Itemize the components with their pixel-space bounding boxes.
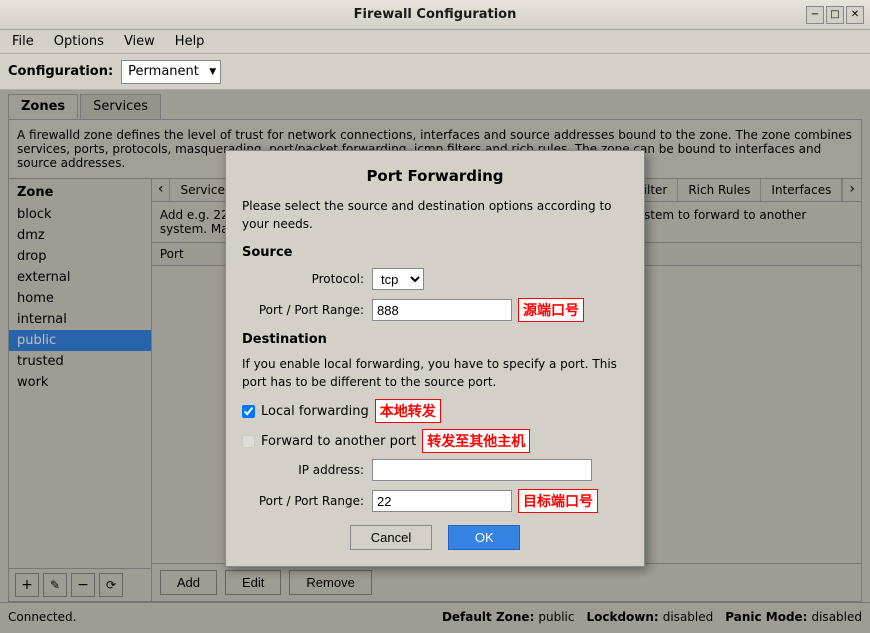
ok-button[interactable]: OK [448,525,520,550]
config-value: Permanent [128,64,199,79]
ip-address-row: IP address: [242,459,628,481]
dest-port-row: Port / Port Range: 目标端口号 [242,489,628,513]
menu-view[interactable]: View [116,32,163,51]
ip-address-input[interactable] [372,459,592,481]
menu-file[interactable]: File [4,32,42,51]
menu-options[interactable]: Options [46,32,112,51]
toolbar: Configuration: Permanent [0,54,870,90]
forward-another-annotation: 转发至其他主机 [422,429,530,453]
forward-another-checkbox[interactable] [242,435,255,448]
protocol-select[interactable]: tcp udp [372,268,424,290]
cancel-button[interactable]: Cancel [350,525,432,550]
port-forwarding-dialog: Port Forwarding Please select the source… [225,150,645,567]
title-bar: Firewall Configuration − □ ✕ [0,0,870,30]
forward-another-row: Forward to another port 转发至其他主机 [242,429,628,453]
source-port-annotation: 源端口号 [518,298,584,322]
destination-label: Destination [242,332,628,347]
modal-overlay: Port Forwarding Please select the source… [0,90,870,633]
ip-address-label: IP address: [242,463,372,477]
config-label: Configuration: [8,64,113,79]
dest-port-annotation: 目标端口号 [518,489,598,513]
dest-port-input[interactable] [372,490,512,512]
local-forwarding-row: Local forwarding 本地转发 [242,399,628,423]
dialog-buttons: Cancel OK [242,525,628,550]
window-controls[interactable]: − □ ✕ [806,6,864,24]
source-port-row: Port / Port Range: 源端口号 [242,298,628,322]
source-port-label: Port / Port Range: [242,303,372,317]
menu-help[interactable]: Help [167,32,213,51]
destination-desc: If you enable local forwarding, you have… [242,355,628,391]
protocol-row: Protocol: tcp udp [242,268,628,290]
local-forwarding-checkbox[interactable] [242,405,255,418]
forward-another-label: Forward to another port [261,434,416,449]
window-title: Firewall Configuration [354,7,517,22]
local-forwarding-label: Local forwarding [261,404,369,419]
protocol-label: Protocol: [242,272,372,286]
dialog-description: Please select the source and destination… [242,197,628,233]
source-port-input[interactable] [372,299,512,321]
config-dropdown[interactable]: Permanent [121,60,221,84]
minimize-button[interactable]: − [806,6,824,24]
dialog-title: Port Forwarding [242,167,628,185]
close-button[interactable]: ✕ [846,6,864,24]
destination-section: Destination If you enable local forwardi… [242,332,628,513]
menu-bar: File Options View Help [0,30,870,54]
dest-port-label: Port / Port Range: [242,494,372,508]
maximize-button[interactable]: □ [826,6,844,24]
local-forwarding-annotation: 本地转发 [375,399,441,423]
source-section-label: Source [242,245,628,260]
